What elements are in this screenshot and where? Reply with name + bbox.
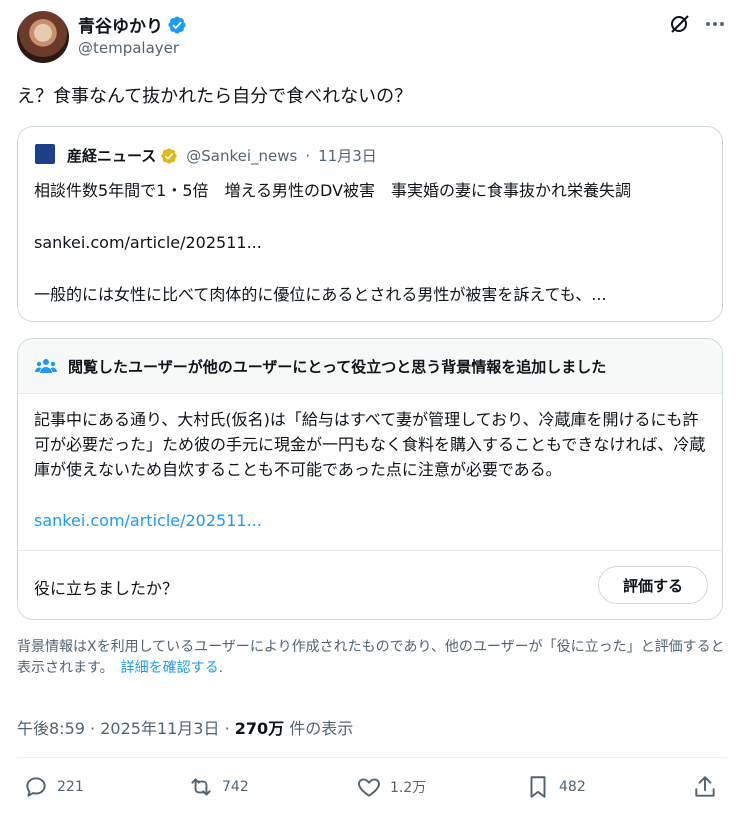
note-disclaimer: 背景情報はXを利用しているユーザーにより作成されたものであり、他のユーザーが「役…: [17, 637, 727, 679]
tweet-timestamp: 午後8:59 · 2025年11月3日 · 270万 件の表示: [17, 715, 353, 739]
community-note-card: 閲覧したユーザーが他のユーザーにとって役立つと思う背景情報を追加しました 記事中…: [17, 338, 723, 620]
divider: [17, 757, 727, 758]
bookmark-button[interactable]: 482: [525, 774, 586, 800]
reply-count: 221: [57, 779, 84, 795]
author-display-name[interactable]: 青谷ゆかり: [78, 12, 163, 37]
learn-more-link[interactable]: 詳細を確認する: [121, 660, 219, 676]
repost-button[interactable]: 742: [188, 774, 249, 800]
rate-button[interactable]: 評価する: [598, 566, 708, 604]
quoted-link[interactable]: sankei.com/article/202511...: [34, 231, 262, 255]
like-button[interactable]: 1.2万: [356, 774, 426, 800]
meta-separator: ·: [90, 719, 96, 738]
gold-verified-badge-icon: [161, 147, 177, 164]
verified-badge-icon: [168, 15, 186, 34]
share-icon: [695, 776, 715, 797]
views-count: 270万: [234, 719, 285, 738]
quoted-date: 11月3日: [318, 147, 377, 165]
views-label: 件の表示: [284, 719, 354, 738]
community-note-body: 記事中にある通り、大村氏(仮名)は「給与はすべて妻が管理しており、冷蔵庫を開ける…: [34, 410, 706, 479]
post-time[interactable]: 午後8:59: [17, 719, 85, 738]
more-options-icon[interactable]: [703, 12, 727, 36]
quoted-author-name: 産経ニュース: [67, 147, 157, 165]
divider: [18, 550, 722, 551]
community-note-title: 閲覧したユーザーが他のユーザーにとって役立つと思う背景情報を追加しました: [68, 358, 607, 376]
bookmark-icon: [530, 776, 546, 798]
repost-icon: [191, 778, 211, 796]
people-icon: [35, 359, 57, 373]
bookmark-count: 482: [559, 779, 586, 795]
grok-icon[interactable]: [668, 12, 692, 36]
avatar[interactable]: [17, 11, 69, 63]
helpful-question: 役に立ちましたか？: [34, 579, 179, 598]
sankei-logo: [35, 144, 55, 164]
quoted-author-row: 産経ニュース @Sankei_news · 11月3日: [67, 145, 377, 166]
community-note-header: 閲覧したユーザーが他のユーザーにとって役立つと思う背景情報を追加しました: [18, 339, 722, 394]
community-note-link[interactable]: sankei.com/article/202511...: [34, 511, 262, 530]
quoted-text-excerpt: 一般的には女性に比べて肉体的に優位にあるとされる男性が被害を訴えても、...: [34, 285, 607, 304]
tweet-text: え？食事なんて抜かれたら自分で食べれないの？: [17, 86, 413, 107]
quoted-author-handle: @Sankei_news: [186, 146, 298, 165]
like-count: 1.2万: [390, 780, 427, 796]
quoted-tweet-card[interactable]: 産経ニュース @Sankei_news · 11月3日 相談件数5年間で1・5倍…: [17, 126, 723, 322]
author-handle[interactable]: @tempalayer: [78, 39, 179, 57]
disclaimer-period: .: [218, 660, 224, 676]
post-date[interactable]: 2025年11月3日: [100, 719, 219, 738]
author-name-row[interactable]: 青谷ゆかり: [78, 12, 187, 37]
repost-count: 742: [222, 779, 249, 795]
quoted-separator: ·: [305, 146, 311, 165]
quoted-text: 相談件数5年間で1・5倍 増える男性のDV被害 事実婚の妻に食事抜かれ栄養失調: [34, 181, 632, 200]
share-button[interactable]: [692, 774, 718, 800]
meta-separator-2: ·: [224, 719, 230, 738]
reply-icon: [26, 777, 46, 797]
heart-icon: [358, 778, 380, 797]
reply-button[interactable]: 221: [23, 774, 84, 800]
